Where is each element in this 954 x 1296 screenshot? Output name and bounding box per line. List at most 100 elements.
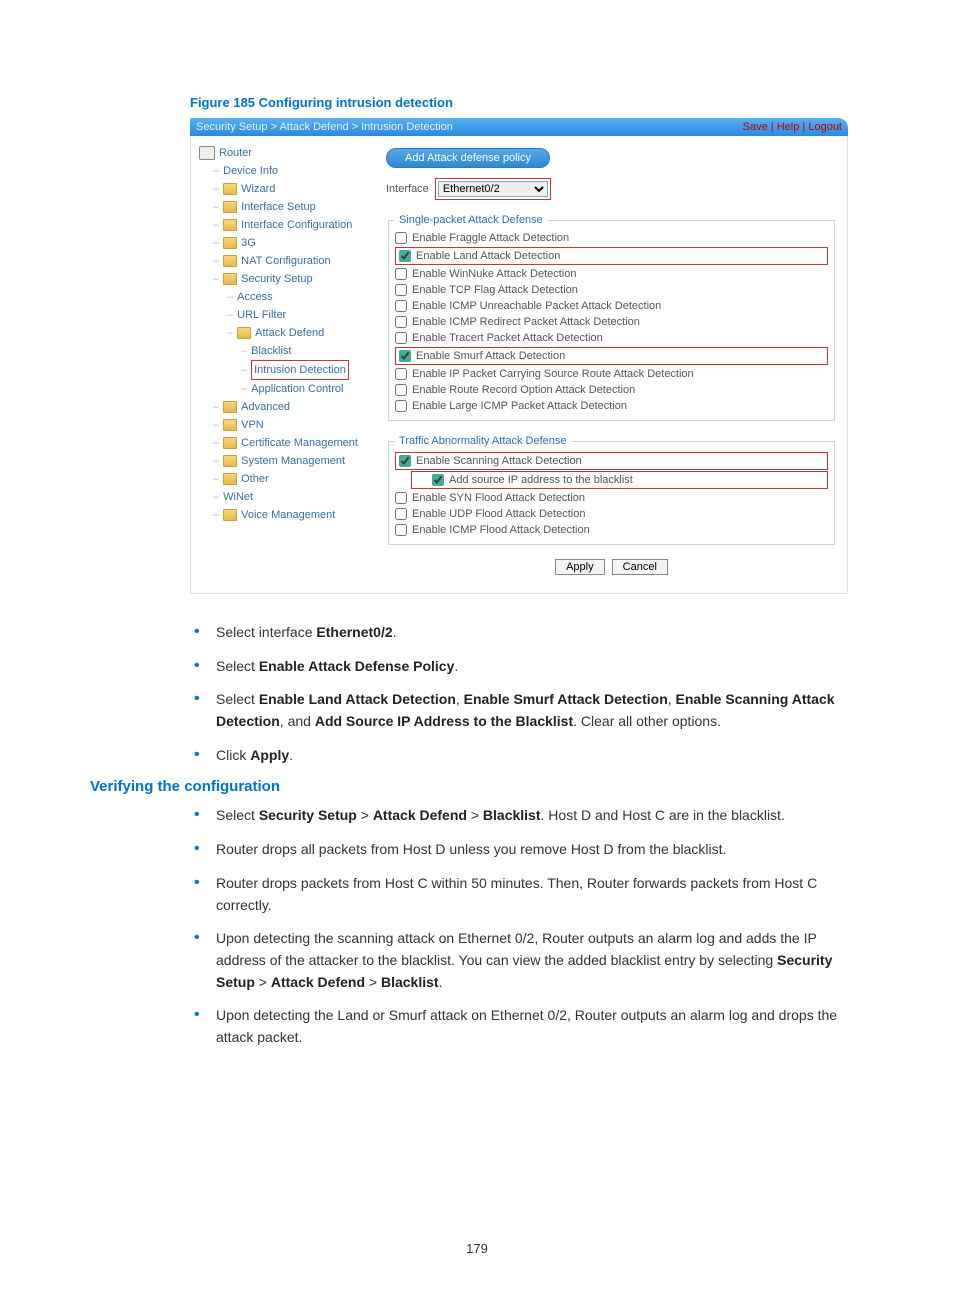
option-checkbox[interactable] xyxy=(399,455,411,467)
option-checkbox[interactable] xyxy=(395,492,407,504)
option-checkbox[interactable] xyxy=(395,232,407,244)
figure-title: Figure 185 Configuring intrusion detecti… xyxy=(190,95,859,110)
option-row: Enable Fraggle Attack Detection xyxy=(395,230,828,246)
list-item: Select Security Setup > Attack Defend > … xyxy=(190,805,859,827)
option-checkbox[interactable] xyxy=(395,508,407,520)
folder-icon xyxy=(223,455,237,467)
nav-item[interactable]: –Voice Management xyxy=(199,506,364,524)
option-checkbox[interactable] xyxy=(395,316,407,328)
option-checkbox[interactable] xyxy=(395,284,407,296)
content-pane: Add Attack defense policy Interface Ethe… xyxy=(368,136,847,593)
nav-item[interactable]: –VPN xyxy=(199,416,364,434)
folder-icon xyxy=(223,401,237,413)
nav-item[interactable]: –NAT Configuration xyxy=(199,252,364,270)
option-checkbox[interactable] xyxy=(432,474,444,486)
nav-item[interactable]: –WiNet xyxy=(199,488,364,506)
add-policy-button[interactable]: Add Attack defense policy xyxy=(386,148,550,168)
nav-root[interactable]: Router xyxy=(199,144,364,162)
option-label: Enable Large ICMP Packet Attack Detectio… xyxy=(412,400,627,412)
option-label: Add source IP address to the blacklist xyxy=(449,474,633,486)
group1-legend: Single-packet Attack Defense xyxy=(395,214,547,226)
nav-item[interactable]: –Other xyxy=(199,470,364,488)
traffic-abnormality-group: Traffic Abnormality Attack Defense Enabl… xyxy=(388,435,835,545)
option-row: Enable Tracert Packet Attack Detection xyxy=(395,330,828,346)
cancel-button[interactable]: Cancel xyxy=(612,559,668,575)
option-row: Enable UDP Flood Attack Detection xyxy=(395,506,828,522)
folder-icon xyxy=(223,509,237,521)
option-label: Enable ICMP Redirect Packet Attack Detec… xyxy=(412,316,640,328)
instructions-2: Select Security Setup > Attack Defend > … xyxy=(190,805,859,1048)
option-row: Add source IP address to the blacklist xyxy=(411,471,828,489)
apply-button[interactable]: Apply xyxy=(555,559,605,575)
nav-item[interactable]: –Security Setup xyxy=(199,270,364,288)
option-checkbox[interactable] xyxy=(399,350,411,362)
list-item: Router drops packets from Host C within … xyxy=(190,873,859,916)
option-label: Enable ICMP Flood Attack Detection xyxy=(412,524,590,536)
list-item: Select interface Ethernet0/2. xyxy=(190,622,859,644)
option-label: Enable IP Packet Carrying Source Route A… xyxy=(412,368,694,380)
option-checkbox[interactable] xyxy=(395,368,407,380)
option-checkbox[interactable] xyxy=(395,400,407,412)
option-label: Enable Scanning Attack Detection xyxy=(416,455,582,467)
nav-item[interactable]: –Access xyxy=(199,288,364,306)
option-label: Enable UDP Flood Attack Detection xyxy=(412,508,585,520)
option-label: Enable SYN Flood Attack Detection xyxy=(412,492,585,504)
nav-item[interactable]: –Interface Setup xyxy=(199,198,364,216)
option-row: Enable Scanning Attack Detection xyxy=(395,452,828,470)
folder-icon xyxy=(223,437,237,449)
nav-item[interactable]: –3G xyxy=(199,234,364,252)
nav-item[interactable]: –Application Control xyxy=(199,380,364,398)
logout-link[interactable]: Logout xyxy=(808,121,842,133)
option-row: Enable WinNuke Attack Detection xyxy=(395,266,828,282)
option-label: Enable ICMP Unreachable Packet Attack De… xyxy=(412,300,661,312)
option-row: Enable TCP Flag Attack Detection xyxy=(395,282,828,298)
nav-item[interactable]: –Interface Configuration xyxy=(199,216,364,234)
folder-icon xyxy=(223,219,237,231)
option-row: Enable ICMP Redirect Packet Attack Detec… xyxy=(395,314,828,330)
interface-row: Interface Ethernet0/2 xyxy=(386,178,837,200)
option-row: Enable ICMP Unreachable Packet Attack De… xyxy=(395,298,828,314)
router-icon xyxy=(199,146,215,160)
nav-item[interactable]: –URL Filter xyxy=(199,306,364,324)
list-item: Upon detecting the scanning attack on Et… xyxy=(190,928,859,993)
help-link[interactable]: Help xyxy=(777,121,800,133)
section-heading: Verifying the configuration xyxy=(90,778,859,795)
option-label: Enable WinNuke Attack Detection xyxy=(412,268,576,280)
nav-tree: Router –Device Info–Wizard–Interface Set… xyxy=(191,136,368,593)
option-checkbox[interactable] xyxy=(395,332,407,344)
group2-legend: Traffic Abnormality Attack Defense xyxy=(395,435,571,447)
nav-item[interactable]: –System Management xyxy=(199,452,364,470)
nav-item[interactable]: –Certificate Management xyxy=(199,434,364,452)
page-number: 179 xyxy=(0,1241,954,1256)
nav-item[interactable]: –Wizard xyxy=(199,180,364,198)
folder-icon xyxy=(223,473,237,485)
nav-item[interactable]: –Attack Defend xyxy=(199,324,364,342)
folder-icon xyxy=(223,237,237,249)
folder-icon xyxy=(223,183,237,195)
option-checkbox[interactable] xyxy=(395,268,407,280)
list-item: Click Apply. xyxy=(190,745,859,767)
option-checkbox[interactable] xyxy=(395,524,407,536)
option-checkbox[interactable] xyxy=(399,250,411,262)
screenshot: Security Setup > Attack Defend > Intrusi… xyxy=(190,118,848,594)
option-checkbox[interactable] xyxy=(395,384,407,396)
nav-item[interactable]: –Intrusion Detection xyxy=(199,360,364,380)
nav-item[interactable]: –Advanced xyxy=(199,398,364,416)
breadcrumb-bar: Security Setup > Attack Defend > Intrusi… xyxy=(190,118,848,136)
nav-item[interactable]: –Blacklist xyxy=(199,342,364,360)
option-checkbox[interactable] xyxy=(395,300,407,312)
save-link[interactable]: Save xyxy=(743,121,768,133)
option-label: Enable Smurf Attack Detection xyxy=(416,350,565,362)
instructions-1: Select interface Ethernet0/2. Select Ena… xyxy=(190,622,859,766)
interface-label: Interface xyxy=(386,183,429,195)
interface-select[interactable]: Ethernet0/2 xyxy=(438,181,548,197)
option-row: Enable SYN Flood Attack Detection xyxy=(395,490,828,506)
option-label: Enable TCP Flag Attack Detection xyxy=(412,284,578,296)
option-row: Enable Route Record Option Attack Detect… xyxy=(395,382,828,398)
nav-item[interactable]: –Device Info xyxy=(199,162,364,180)
list-item: Select Enable Land Attack Detection, Ena… xyxy=(190,689,859,732)
breadcrumb: Security Setup > Attack Defend > Intrusi… xyxy=(196,121,453,133)
option-row: Enable IP Packet Carrying Source Route A… xyxy=(395,366,828,382)
list-item: Router drops all packets from Host D unl… xyxy=(190,839,859,861)
folder-icon xyxy=(223,419,237,431)
